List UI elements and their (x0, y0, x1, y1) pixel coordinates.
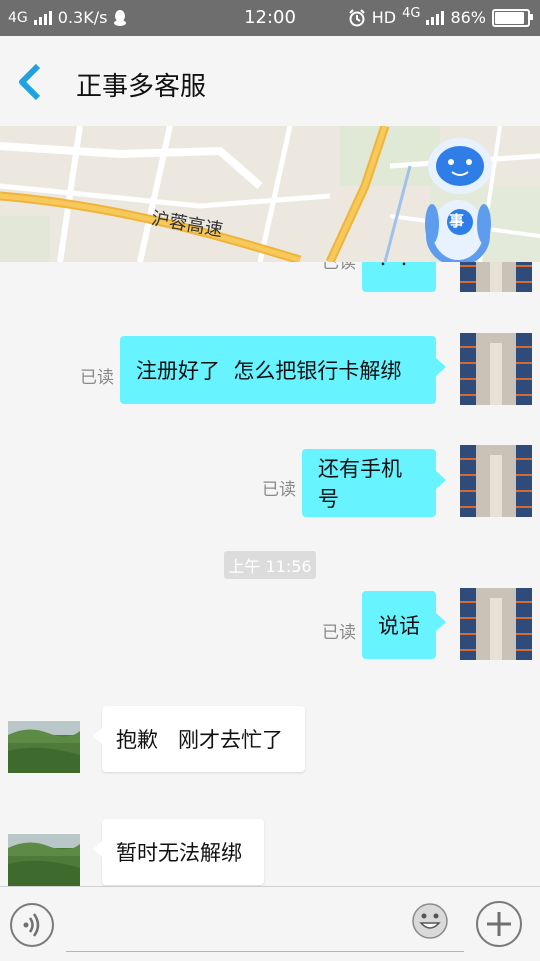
read-status: 已读 (80, 368, 114, 388)
message-outgoing[interactable]: 注册好了 怎么把银行卡解绑 (120, 336, 446, 404)
back-arrow-icon[interactable] (14, 62, 48, 102)
message-text: 说话 (378, 614, 420, 638)
time-separator: 上午 11:56 (224, 551, 316, 579)
battery-icon (492, 8, 533, 27)
user-avatar[interactable] (460, 588, 532, 660)
emoji-icon[interactable] (410, 901, 450, 941)
map-banner[interactable]: 沪蓉高速 事 (0, 126, 540, 262)
warehouse-avatar-image (460, 588, 532, 660)
plus-icon (487, 912, 511, 936)
read-status: 已读 (322, 623, 356, 643)
message-text: 暂时无法解绑 (116, 841, 242, 865)
voice-icon (23, 913, 40, 937)
message-text: ？？ (378, 262, 420, 272)
message-outgoing[interactable]: 还有手机号 (302, 449, 446, 517)
network-type-right: 4G (402, 6, 421, 21)
read-status: 已读 (322, 262, 356, 273)
signal-icon-right (426, 10, 445, 25)
battery-percent: 86% (450, 8, 486, 27)
message-text: 抱歉 刚才去忙了 (116, 728, 284, 752)
agent-avatar[interactable] (8, 721, 80, 773)
user-avatar[interactable] (460, 445, 532, 517)
app-header: 正事多客服 (0, 36, 540, 126)
message-incoming[interactable]: 抱歉 刚才去忙了 (93, 706, 305, 772)
read-status: 已读 (262, 480, 296, 500)
message-text: 注册好了 怎么把银行卡解绑 (136, 359, 402, 383)
robot-badge: 事 (449, 212, 465, 230)
warehouse-avatar-image (460, 445, 532, 517)
message-outgoing[interactable]: 说话 (362, 591, 446, 659)
user-avatar[interactable] (460, 262, 532, 292)
map-image (0, 126, 540, 262)
forest-avatar-image (8, 834, 80, 886)
message-outgoing[interactable]: ？？ (362, 262, 436, 292)
page-title: 正事多客服 (76, 72, 207, 102)
status-right: HD 4G 86% (348, 6, 533, 27)
status-bar: 4G 0.3K/s 12:00 HD 4G 86% (0, 0, 540, 36)
hd-label: HD (371, 8, 397, 27)
more-options-button[interactable] (476, 901, 522, 947)
warehouse-avatar-image (460, 262, 532, 292)
agent-avatar[interactable] (8, 834, 80, 886)
input-bar (0, 886, 540, 961)
message-input[interactable] (66, 907, 464, 952)
warehouse-avatar-image (460, 333, 532, 405)
voice-button[interactable] (10, 903, 54, 947)
alarm-icon (349, 8, 365, 26)
forest-avatar-image (8, 721, 80, 773)
chat-area[interactable]: 已读 ？？ 已读 注册好了 怎么把银行卡解绑 已读 还有手机号 (0, 262, 540, 886)
user-avatar[interactable] (460, 333, 532, 405)
message-text: 还有手机号 (318, 457, 402, 511)
message-incoming[interactable]: 暂时无法解绑 (93, 819, 264, 885)
